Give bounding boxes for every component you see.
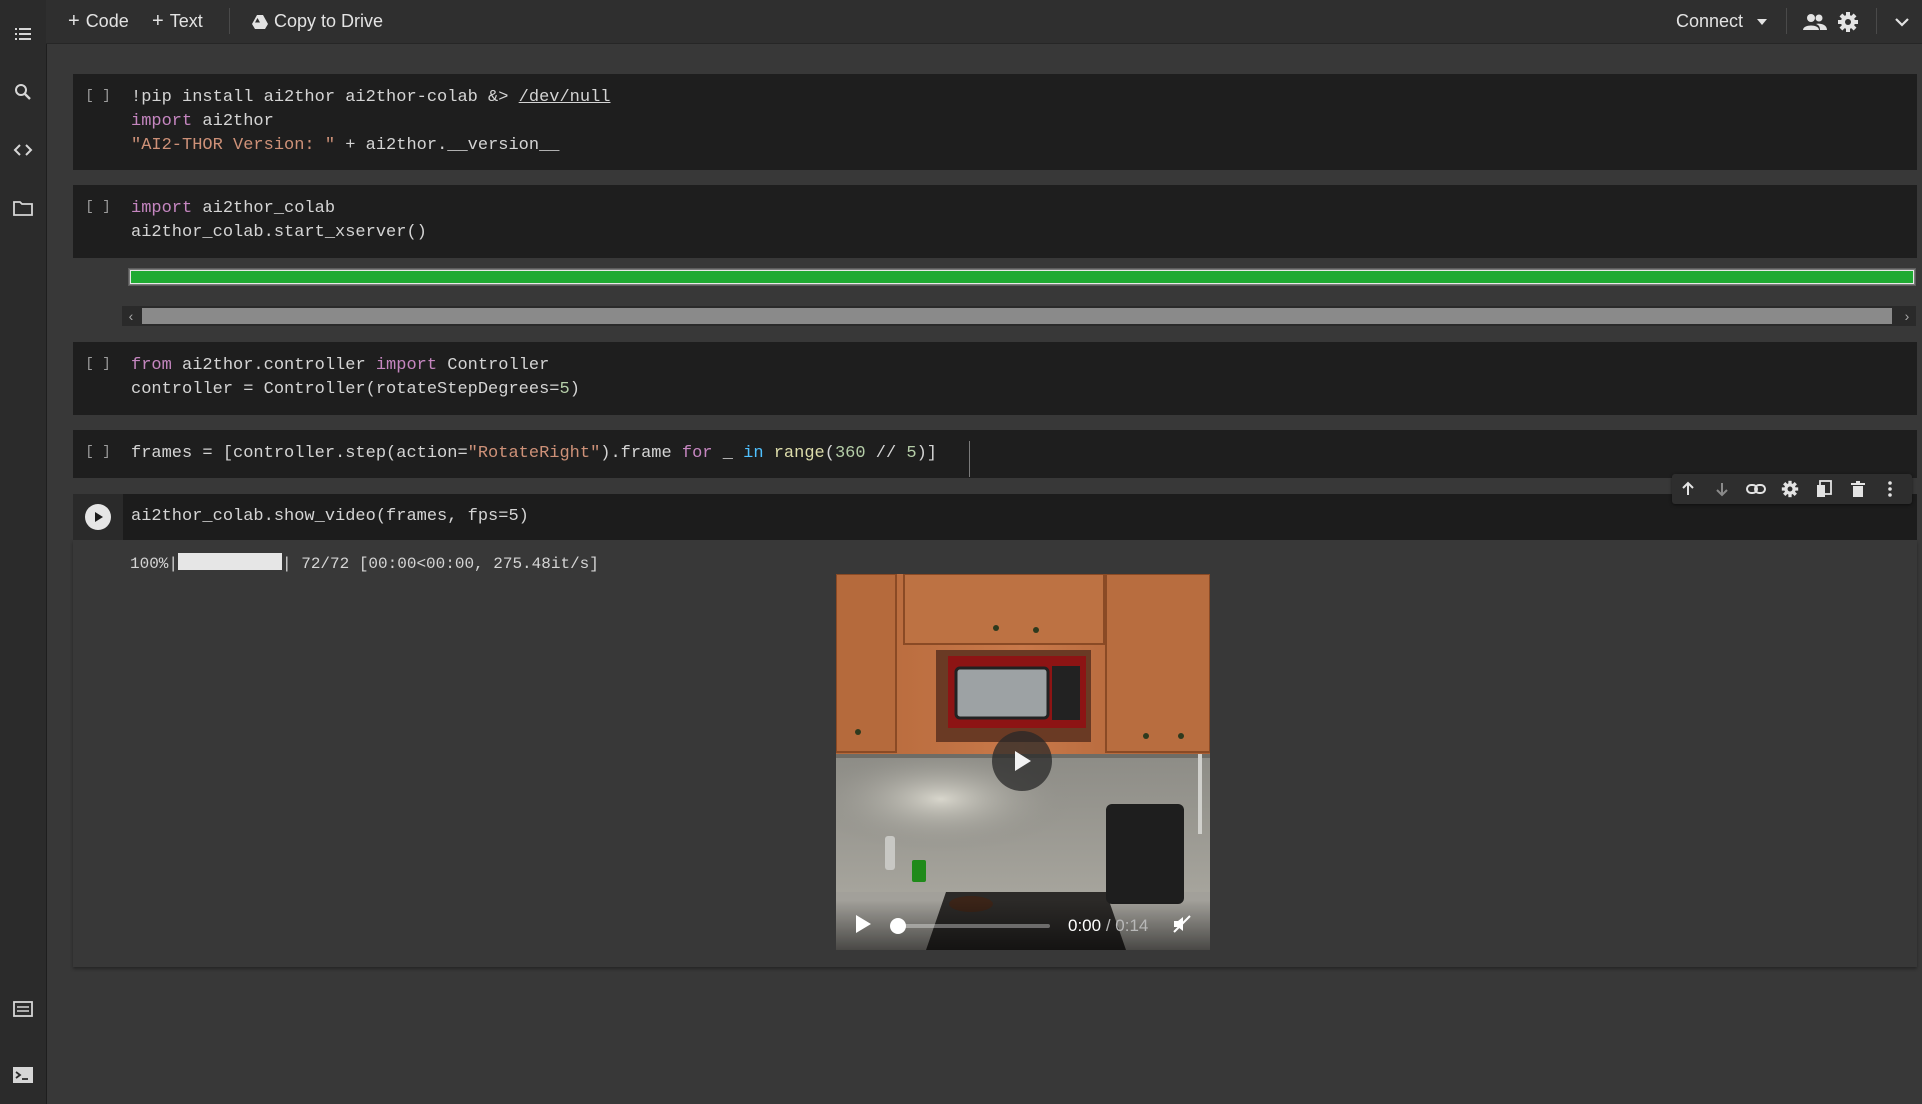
xserver-progress-bar [128, 268, 1916, 286]
output-horizontal-scrollbar[interactable]: ‹ › [122, 306, 1916, 326]
code-cell[interactable]: [ ] from ai2thor.controller import Contr… [73, 342, 1917, 415]
connect-label: Connect [1676, 11, 1744, 31]
code-line: controller = Controller(rotateStepDegree… [131, 380, 580, 399]
time-separator: / [1101, 916, 1116, 935]
cell-source[interactable]: from ai2thor.controller import Controlle… [131, 354, 580, 402]
cell-run-prompt[interactable]: [ ] [73, 356, 123, 372]
run-cell-button[interactable] [85, 504, 111, 530]
current-time: 0:00 [1068, 916, 1102, 935]
play-icon [1015, 751, 1031, 771]
copy-to-drive-button[interactable]: Copy to Drive [252, 0, 383, 43]
cell-run-prompt[interactable]: [ ] [73, 199, 123, 215]
tqdm-stats: | 72/72 [00:00<00:00, 275.48it/s] [282, 555, 599, 573]
tqdm-progress-bar [178, 553, 283, 570]
play-icon [856, 915, 871, 933]
cell-source[interactable]: ai2thor_colab.show_video(frames, fps=5) [131, 505, 529, 529]
more-options-icon[interactable] [1878, 477, 1902, 501]
cell-source[interactable]: frames = [controller.step(action="Rotate… [131, 442, 937, 466]
delete-cell-icon[interactable] [1846, 477, 1870, 501]
code-line: from ai2thor.controller import Controlle… [131, 356, 550, 375]
code-cell-active[interactable]: ai2thor_colab.show_video(frames, fps=5) [73, 494, 1917, 540]
mute-toggle-icon[interactable] [1172, 914, 1194, 936]
toolbar-divider [1786, 8, 1787, 34]
code-line: import ai2thor_colab [131, 199, 336, 218]
add-code-button[interactable]: + Code [68, 0, 129, 43]
code-line: !pip install ai2thor ai2thor-colab &> /d… [131, 88, 611, 107]
plus-icon: + [68, 10, 80, 32]
cell-source[interactable]: import ai2thor_colab ai2thor_colab.start… [131, 197, 427, 245]
left-sidebar [0, 0, 47, 1104]
folder-icon[interactable] [9, 194, 37, 222]
code-cell[interactable]: [ ] !pip install ai2thor ai2thor-colab &… [73, 74, 1917, 170]
scrollbar-thumb[interactable] [142, 308, 1892, 324]
video-controls: 0:00 / 0:14 [836, 900, 1210, 950]
cell-run-prompt[interactable]: [ ] [73, 444, 123, 460]
collapse-header-chevron-icon[interactable] [1888, 8, 1916, 36]
code-line: ai2thor_colab.start_xserver() [131, 223, 427, 242]
play-icon [95, 512, 103, 522]
add-text-label: Text [169, 11, 203, 31]
search-icon[interactable] [9, 78, 37, 106]
command-palette-icon[interactable] [9, 995, 37, 1023]
toolbar-divider [229, 8, 230, 34]
code-snippets-icon[interactable] [9, 136, 37, 164]
cell-source[interactable]: !pip install ai2thor ai2thor-colab &> /d… [131, 86, 611, 158]
toolbar-divider [1876, 8, 1877, 34]
scroll-left-icon[interactable]: ‹ [122, 306, 140, 326]
add-text-button[interactable]: + Text [152, 0, 203, 43]
cursor-caret [969, 441, 970, 477]
tqdm-percent: 100%| [130, 555, 179, 573]
code-line: frames = [controller.step(action="Rotate… [131, 444, 937, 463]
video-time-display: 0:00 / 0:14 [1068, 916, 1148, 936]
copy-to-drive-label: Copy to Drive [274, 11, 384, 31]
table-of-contents-icon[interactable] [9, 20, 37, 48]
video-play-button[interactable] [854, 914, 874, 936]
cell-toolbar [1672, 474, 1912, 504]
code-line: "AI2-THOR Version: " + ai2thor.__version… [131, 136, 560, 155]
big-play-button[interactable] [992, 731, 1052, 791]
share-people-icon[interactable] [1801, 8, 1829, 36]
code-line: ai2thor_colab.show_video(frames, fps=5) [131, 507, 529, 526]
code-line: import ai2thor [131, 112, 274, 131]
drive-icon [252, 14, 268, 29]
link-to-cell-icon[interactable] [1744, 477, 1768, 501]
tqdm-progress-output: 100%| | 72/72 [00:00<00:00, 275.48it/s] [130, 553, 599, 573]
settings-gear-icon[interactable] [1834, 8, 1862, 36]
code-cell[interactable]: [ ] import ai2thor_colab ai2thor_colab.s… [73, 185, 1917, 258]
move-cell-up-icon[interactable] [1676, 477, 1700, 501]
progress-fill [130, 270, 1914, 284]
move-cell-down-icon[interactable] [1710, 477, 1734, 501]
mirror-cell-icon[interactable] [1812, 477, 1836, 501]
scroll-right-icon[interactable]: › [1898, 306, 1916, 326]
top-toolbar: + Code + Text Copy to Drive Connect [46, 0, 1922, 44]
connect-dropdown-icon[interactable] [1748, 8, 1776, 36]
video-seek-bar[interactable] [890, 918, 1050, 934]
connect-button[interactable]: Connect [1676, 0, 1743, 43]
add-code-label: Code [85, 11, 129, 31]
video-player[interactable]: 0:00 / 0:14 [836, 574, 1210, 950]
cell-settings-gear-icon[interactable] [1778, 477, 1802, 501]
plus-icon: + [152, 10, 164, 32]
code-cell[interactable]: [ ] frames = [controller.step(action="Ro… [73, 430, 1917, 478]
terminal-icon[interactable] [9, 1061, 37, 1089]
seek-handle[interactable] [890, 918, 906, 934]
cell-run-prompt[interactable]: [ ] [73, 88, 123, 104]
duration: 0:14 [1115, 916, 1149, 935]
